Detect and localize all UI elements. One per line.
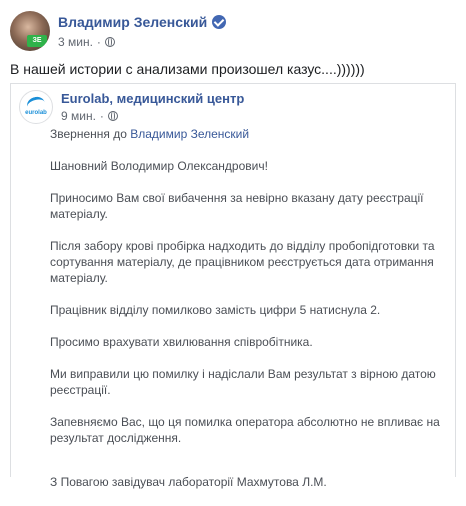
author-name-row: Владимир Зеленский xyxy=(58,13,227,31)
greeting-paragraph: Шановний Володимир Олександрович! xyxy=(50,159,268,173)
address-name-mention[interactable]: Владимир Зеленский xyxy=(130,127,249,141)
eurolab-logo-avatar[interactable]: eurolab xyxy=(19,90,53,124)
shared-post-header: eurolab Eurolab, медицинский центр 9 мин… xyxy=(19,90,244,124)
fix-paragraph: Ми виправили цю помилку і надіслали Вам … xyxy=(50,367,436,397)
error-paragraph: Працівник відділу помилково замість цифр… xyxy=(50,303,381,317)
post-header: ЗЕ Владимир Зеленский 3 мин. · xyxy=(10,10,227,52)
meta-separator: · xyxy=(96,34,101,49)
address-line: Звернення до Владимир Зеленский xyxy=(50,126,445,142)
post-header-text: Владимир Зеленский 3 мин. · xyxy=(58,13,227,50)
request-paragraph: Просимо врахувати хвилювання співробітни… xyxy=(50,335,313,349)
apology-paragraph: Приносимо Вам свої вибачення за невірно … xyxy=(50,191,424,221)
post-text: В нашей истории с анализами произошел ка… xyxy=(10,61,365,77)
shared-post-title: Eurolab, медицинский центр 9 мин. · xyxy=(61,91,244,124)
globe-icon[interactable] xyxy=(107,110,118,121)
shared-post-timestamp-link[interactable]: 9 мин. xyxy=(61,108,96,124)
globe-icon[interactable] xyxy=(104,36,115,47)
shared-post-card: eurolab Eurolab, медицинский центр 9 мин… xyxy=(10,83,456,489)
verified-badge-icon xyxy=(212,14,227,29)
post-timestamp-link[interactable]: 3 мин. xyxy=(58,34,93,50)
signature-paragraph: З Повагою завідувач лабораторії Махмутов… xyxy=(50,475,327,489)
process-paragraph: Після забору крові пробірка надходить до… xyxy=(50,239,435,285)
address-prefix: Звернення до xyxy=(50,127,131,141)
author-name-link[interactable]: Владимир Зеленский xyxy=(58,13,207,31)
logo-text: eurolab xyxy=(25,110,47,116)
assurance-paragraph: Запевняємо Вас, що ця помилка оператора … xyxy=(50,415,440,445)
shared-author-name-link[interactable]: Eurolab, медицинский центр xyxy=(61,91,244,107)
shared-post-meta: 9 мин. · xyxy=(61,108,244,124)
post-meta: 3 мин. · xyxy=(58,34,226,50)
shared-post-body: Звернення до Владимир Зеленский Шановний… xyxy=(50,126,445,506)
avatar-badge: ЗЕ xyxy=(27,35,47,47)
author-avatar[interactable]: ЗЕ xyxy=(10,11,50,51)
shared-meta-separator: · xyxy=(99,108,104,123)
facebook-post: ЗЕ Владимир Зеленский 3 мин. · В нашей и… xyxy=(0,0,466,489)
